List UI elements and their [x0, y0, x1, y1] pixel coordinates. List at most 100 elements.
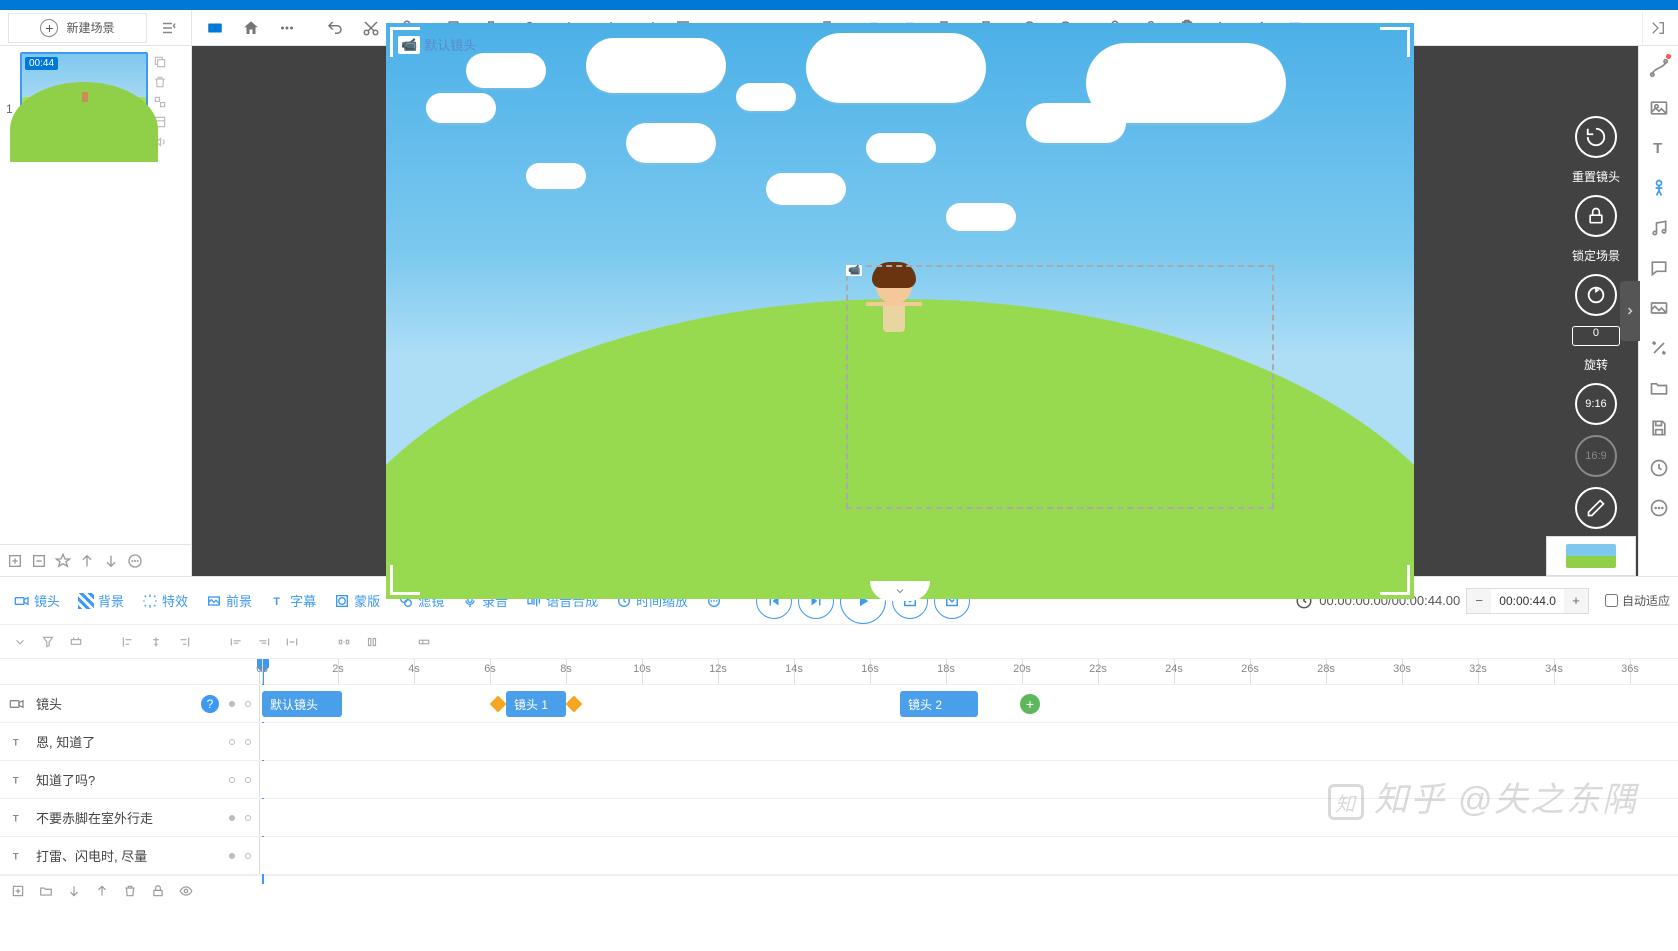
key-dot[interactable] [229, 701, 235, 707]
zoom-plus-button[interactable]: + [1564, 589, 1588, 613]
delete2-icon[interactable] [120, 881, 140, 901]
snap-icon[interactable] [64, 630, 88, 654]
rail-path-icon[interactable] [1645, 54, 1673, 82]
scene-thumbnail[interactable]: 00:44 [20, 52, 148, 134]
collapse-right-icon[interactable] [1642, 11, 1672, 45]
tab-effects[interactable]: 特效 [136, 587, 194, 614]
tab-subtitle[interactable]: T字幕 [264, 587, 322, 614]
reset-camera-label: 重置镜头 [1572, 168, 1620, 185]
eye-icon[interactable] [176, 881, 196, 901]
scene-card[interactable]: 00:44 点击添加备注信息 [20, 52, 148, 538]
fit-start-icon[interactable] [224, 630, 248, 654]
folder2-icon[interactable] [36, 881, 56, 901]
zoom-minus-button[interactable]: − [1467, 589, 1491, 613]
align-l2-icon[interactable] [116, 630, 140, 654]
add-clip-button[interactable]: + [1020, 694, 1040, 714]
add-icon[interactable] [4, 550, 26, 572]
rail-image-icon[interactable] [1645, 94, 1673, 122]
help-icon[interactable]: ? [201, 695, 219, 713]
edit-camera-button[interactable] [1575, 487, 1617, 529]
key-dot-2[interactable] [245, 701, 251, 707]
text-icon: T [8, 733, 26, 751]
auto-fit-checkbox[interactable]: 自动适应 [1605, 592, 1670, 609]
rotate-value-input[interactable]: 0 [1572, 326, 1620, 346]
rail-scene-icon[interactable] [1645, 294, 1673, 322]
tab-mask[interactable]: 蒙版 [328, 587, 386, 614]
zoom-value: 00:00:44.0 [1491, 594, 1564, 608]
stage[interactable]: 📹 [386, 23, 1414, 599]
camera-track-icon [8, 695, 26, 713]
camera-selection-box[interactable]: 📹 [846, 265, 1274, 509]
duplicate-scene-icon[interactable] [152, 94, 168, 110]
cut-icon[interactable] [354, 11, 388, 45]
ruler-label: 20s [1013, 663, 1031, 675]
scene-list-toggle-icon[interactable] [155, 14, 183, 42]
rail-save-icon[interactable] [1645, 414, 1673, 442]
rail-history-icon[interactable] [1645, 454, 1673, 482]
svg-text:T: T [13, 851, 19, 861]
ratio-169-button[interactable]: 16:9 [1575, 435, 1617, 477]
arrow-down-icon[interactable] [100, 550, 122, 572]
arrow-up-icon[interactable] [76, 550, 98, 572]
undo-icon[interactable] [318, 11, 352, 45]
clip-shot2[interactable]: 镜头 2 [900, 691, 978, 717]
rail-music-icon[interactable] [1645, 214, 1673, 242]
star-icon[interactable] [52, 550, 74, 572]
remove-icon[interactable] [28, 550, 50, 572]
rail-more-icon[interactable] [1645, 494, 1673, 522]
lock-scene-button[interactable] [1575, 195, 1617, 237]
rotate-button[interactable] [1575, 274, 1617, 316]
gap-icon[interactable] [360, 630, 384, 654]
ratio-916-button[interactable]: 9:16 [1575, 383, 1617, 425]
rail-character-icon[interactable] [1645, 174, 1673, 202]
chevron-down2-icon[interactable] [8, 630, 32, 654]
up2-icon[interactable] [92, 881, 112, 901]
ripple-icon[interactable] [412, 630, 436, 654]
align-r2-icon[interactable] [172, 630, 196, 654]
fit-end-icon[interactable] [252, 630, 276, 654]
add-track-icon[interactable] [8, 881, 28, 901]
ruler-mode-icon[interactable] [198, 11, 232, 45]
time-ruler[interactable]: 0s2s4s6s8s10s12s14s16s18s20s22s24s26s28s… [260, 659, 1678, 684]
clip1-start-diamond[interactable] [490, 696, 507, 713]
copy-scene-icon[interactable] [152, 54, 168, 70]
rail-effects-icon[interactable] [1645, 334, 1673, 362]
tab-background[interactable]: 背景 [72, 587, 130, 614]
clip1-end-diamond[interactable] [566, 696, 583, 713]
rail-text-icon[interactable]: T [1645, 134, 1673, 162]
tab-camera[interactable]: 镜头 [8, 587, 66, 614]
auto-fit-input[interactable] [1605, 594, 1618, 607]
new-scene-button[interactable]: + 新建场景 [8, 13, 147, 43]
hatch-icon [78, 593, 94, 609]
track-camera-content[interactable]: 默认镜头 镜头 1 镜头 2 + [260, 685, 1678, 722]
more2-icon[interactable] [124, 550, 146, 572]
clip-shot1[interactable]: 镜头 1 [506, 691, 566, 717]
tab-foreground[interactable]: 前景 [200, 587, 258, 614]
down2-icon[interactable] [64, 881, 84, 901]
rotate-label: 旋转 [1584, 356, 1608, 373]
svg-text:T: T [13, 737, 19, 747]
chevron-down-icon [890, 585, 910, 597]
collapse-right-tab[interactable] [1620, 281, 1640, 341]
track-camera: 镜头 ? 默认镜头 镜头 1 镜头 2 + [0, 685, 1678, 723]
home-icon[interactable] [234, 11, 268, 45]
frame-corner-tr [1380, 27, 1410, 57]
clip-default-shot[interactable]: 默认镜头 [262, 691, 342, 717]
align-c2-icon[interactable] [144, 630, 168, 654]
rail-chat-icon[interactable] [1645, 254, 1673, 282]
more-icon[interactable] [270, 11, 304, 45]
filter-icon[interactable] [36, 630, 60, 654]
rail-folder-icon[interactable] [1645, 374, 1673, 402]
ruler-label: 24s [1165, 663, 1183, 675]
track-text1: T 恩, 知道了 [0, 723, 1678, 761]
delete-scene-icon[interactable] [152, 74, 168, 90]
canvas-controls: 重置镜头 锁定场景 0 旋转 9:16 16:9 [1572, 116, 1620, 529]
reset-camera-button[interactable] [1575, 116, 1617, 158]
canvas-area[interactable]: 📹 📹 默认镜头 重置镜头 锁定场景 0 旋转 9:16 16:9 [192, 46, 1638, 576]
rail-preview-thumb[interactable] [1546, 536, 1636, 576]
svg-text:T: T [13, 813, 19, 823]
fit-both-icon[interactable] [280, 630, 304, 654]
lock3-icon[interactable] [148, 881, 168, 901]
track-text2: T 知道了吗? [0, 761, 1678, 799]
dist2-icon[interactable] [332, 630, 356, 654]
